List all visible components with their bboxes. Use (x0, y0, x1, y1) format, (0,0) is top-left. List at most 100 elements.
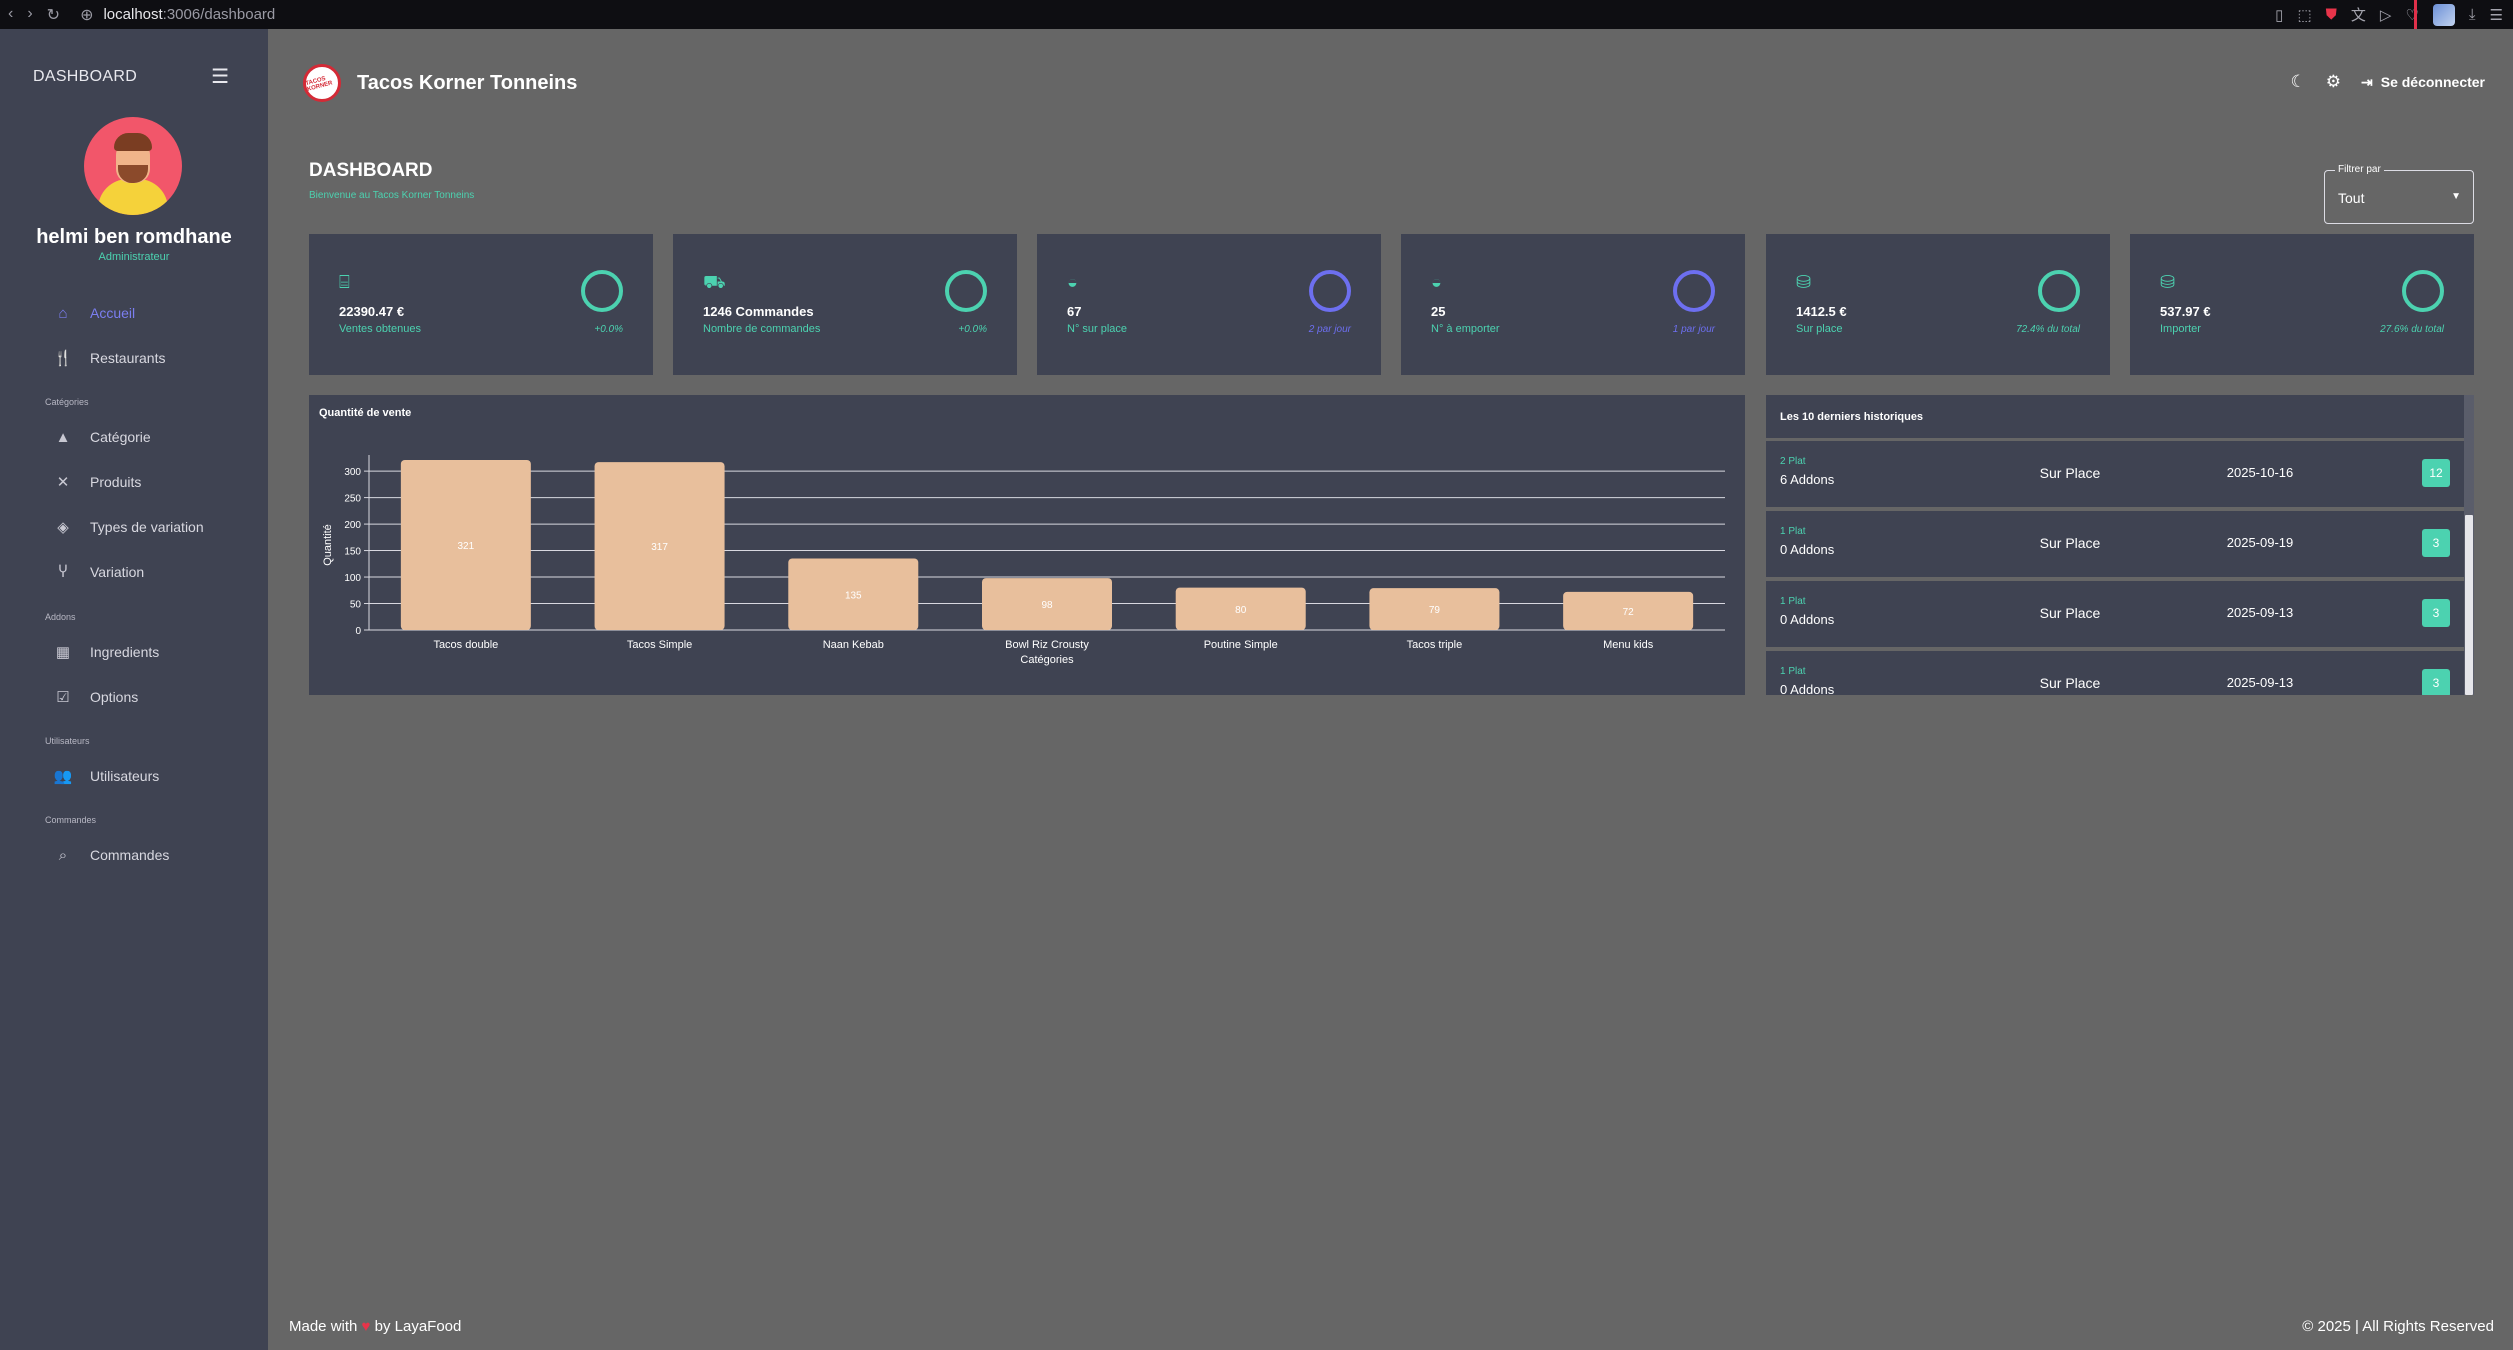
logout-button[interactable]: ⇥ Se déconnecter (2361, 74, 2485, 91)
bar-chart: 0 50 100 150 200 250 300 Quantité 321 Tacos doubl… (322, 455, 1725, 666)
stat-trend: 1 par jour (1672, 324, 1715, 335)
history-row[interactable]: 1 Plat 0 Addons Sur Place 2025-09-13 3 (1766, 581, 2464, 647)
scrollbar-thumb[interactable] (2465, 515, 2473, 695)
stat-label: Importer (2160, 323, 2201, 335)
hamburger-menu-icon[interactable]: ☰ (211, 64, 229, 89)
avatar-hair (114, 133, 152, 151)
y-axis-label: Quantité (322, 524, 334, 566)
sidebar-item-label: Accueil (90, 305, 136, 321)
history-qty-badge: 3 (2422, 529, 2450, 557)
history-addons: 0 Addons (1780, 612, 1835, 627)
user-role: Administrateur (98, 251, 170, 263)
sidebar-item-label: Catégorie (90, 429, 151, 445)
history-qty-badge: 3 (2422, 669, 2450, 695)
sidebar-item-label: Restaurants (90, 350, 166, 366)
truck-icon: ⛟ (703, 272, 726, 292)
sidebar-item-categorie[interactable]: ▲ Catégorie (52, 425, 151, 449)
history-place: Sur Place (2039, 465, 2101, 481)
dark-mode-moon-icon[interactable]: ☾ (2291, 72, 2306, 92)
sidebar-item-utilisateurs[interactable]: 👥 Utilisateurs (52, 764, 160, 788)
address-bar[interactable]: ⊕ localhost:3006/dashboard (80, 5, 275, 25)
sidebar: DASHBOARD ☰ helmi ben romdhane Administr… (0, 29, 268, 1350)
play-icon[interactable]: ▷ (2380, 6, 2392, 24)
x-tick-label: Menu kids (1603, 639, 1654, 651)
url-path: :3006/dashboard (162, 6, 276, 23)
sidebar-item-options[interactable]: ☑ Options (52, 685, 138, 709)
sidebar-item-types-de-variation[interactable]: ◈ Types de variation (52, 515, 204, 539)
reload-icon[interactable]: ↻ (47, 5, 60, 25)
stat-card-sur-place-amount: ⛁ 1412.5 € Sur place 72.4% du total (1766, 234, 2110, 375)
logo-text: TACOS KORNER (304, 76, 334, 93)
sidebar-item-produits[interactable]: ✕ Produits (52, 470, 142, 494)
forward-icon[interactable]: › (27, 5, 32, 25)
window-divider (2414, 0, 2417, 29)
utensils-cross-icon: ✕ (56, 474, 70, 491)
section-label-addons: Addons (45, 612, 76, 622)
stat-card-commandes: ⛟ 1246 Commandes Nombre de commandes +0.… (673, 234, 1017, 375)
stat-card-ventes: ⌸ 22390.47 € Ventes obtenues +0.0% (309, 234, 653, 375)
stat-value: 537.97 € (2160, 304, 2211, 319)
sidebar-item-label: Types de variation (90, 519, 204, 535)
y-tick-label: 200 (344, 520, 361, 531)
sidebar-item-commandes[interactable]: ⌕ Commandes (52, 843, 170, 867)
y-tick-label: 0 (355, 626, 361, 637)
y-tick-label: 150 (344, 547, 361, 558)
logout-label: Se déconnecter (2380, 74, 2485, 90)
history-row[interactable]: 1 Plat 0 Addons Sur Place 2025-09-13 3 (1766, 651, 2464, 695)
translate-icon[interactable]: 文 (2351, 4, 2366, 25)
stat-trend: +0.0% (594, 324, 623, 335)
history-row[interactable]: 2 Plat 6 Addons Sur Place 2025-10-16 12 (1766, 441, 2464, 507)
user-name: helmi ben romdhane (36, 226, 232, 248)
download-icon[interactable]: ⤓ (2469, 6, 2476, 23)
stat-trend: +0.0% (958, 324, 987, 335)
header-tools: ☾ ⚙ ⇥ Se déconnecter (2291, 72, 2486, 92)
restaurant-logo: TACOS KORNER (303, 64, 341, 102)
sidebar-item-restaurants[interactable]: 🍴 Restaurants (52, 346, 166, 370)
history-header: Les 10 derniers historiques (1766, 395, 2464, 438)
x-tick-label: Tacos Simple (627, 639, 692, 651)
sidebar-item-accueil[interactable]: ⌂ Accueil (52, 301, 135, 325)
browser-nav: ‹ › ↻ (0, 5, 60, 25)
logout-icon: ⇥ (2361, 73, 2373, 90)
stat-trend: 2 par jour (1308, 324, 1351, 335)
gear-icon[interactable]: ⚙ (2326, 72, 2341, 92)
history-plat: 1 Plat (1780, 596, 1806, 607)
browser-tools: ▯ ⬚ ⛊ 文 ▷ ♡ ⤓ ☰ (2275, 0, 2503, 29)
x-tick-label: Tacos triple (1407, 639, 1463, 651)
filter-select[interactable]: Filtrer par Tout ▼ (2324, 164, 2474, 224)
stat-label: Sur place (1796, 323, 1843, 335)
footer-made-with: Made with (289, 1318, 358, 1335)
history-scrollbar[interactable] (2464, 395, 2474, 695)
fork-knife-icon: 🍴 (53, 350, 73, 367)
section-label-categories: Catégories (45, 397, 89, 407)
x-tick-label: Naan Kebab (823, 639, 884, 651)
history-plat: 1 Plat (1780, 526, 1806, 537)
shield-icon[interactable]: ⛊ (2326, 6, 2337, 23)
stat-value: 1246 Commandes (703, 304, 814, 319)
heart-icon: ♥ (361, 1318, 371, 1335)
back-icon[interactable]: ‹ (8, 5, 13, 25)
history-qty-badge: 12 (2422, 459, 2450, 487)
avatar-shirt (98, 179, 168, 215)
sidebar-item-variation[interactable]: Ⴤ Variation (52, 560, 145, 584)
search-list-icon: ⌕ (58, 846, 68, 864)
profile-avatar-icon[interactable] (2432, 3, 2455, 26)
url-host: localhost (103, 6, 163, 23)
section-label-utilisateurs: Utilisateurs (45, 736, 90, 746)
stat-value: 1412.5 € (1796, 304, 1847, 319)
sidebar-item-label: Produits (90, 474, 142, 490)
sidebar-item-ingredients[interactable]: ▦ Ingredients (52, 640, 159, 664)
screenshot-icon[interactable]: ⬚ (2297, 6, 2311, 24)
filter-label: Filtrer par (2335, 164, 2384, 175)
bar-value-label: 321 (458, 541, 475, 552)
stat-label: N° sur place (1067, 323, 1128, 335)
bookmark-icon[interactable]: ▯ (2275, 6, 2283, 24)
menu-icon[interactable]: ☰ (2490, 6, 2503, 24)
sidebar-item-label: Variation (90, 564, 145, 580)
history-date: 2025-09-19 (2226, 535, 2294, 550)
history-title: Les 10 derniers historiques (1780, 411, 1924, 423)
caret-down-icon: ▼ (2451, 191, 2461, 202)
history-row[interactable]: 1 Plat 0 Addons Sur Place 2025-09-19 3 (1766, 511, 2464, 577)
coins-icon: ⛁ (2160, 272, 2176, 292)
stat-label: Nombre de commandes (703, 323, 821, 335)
